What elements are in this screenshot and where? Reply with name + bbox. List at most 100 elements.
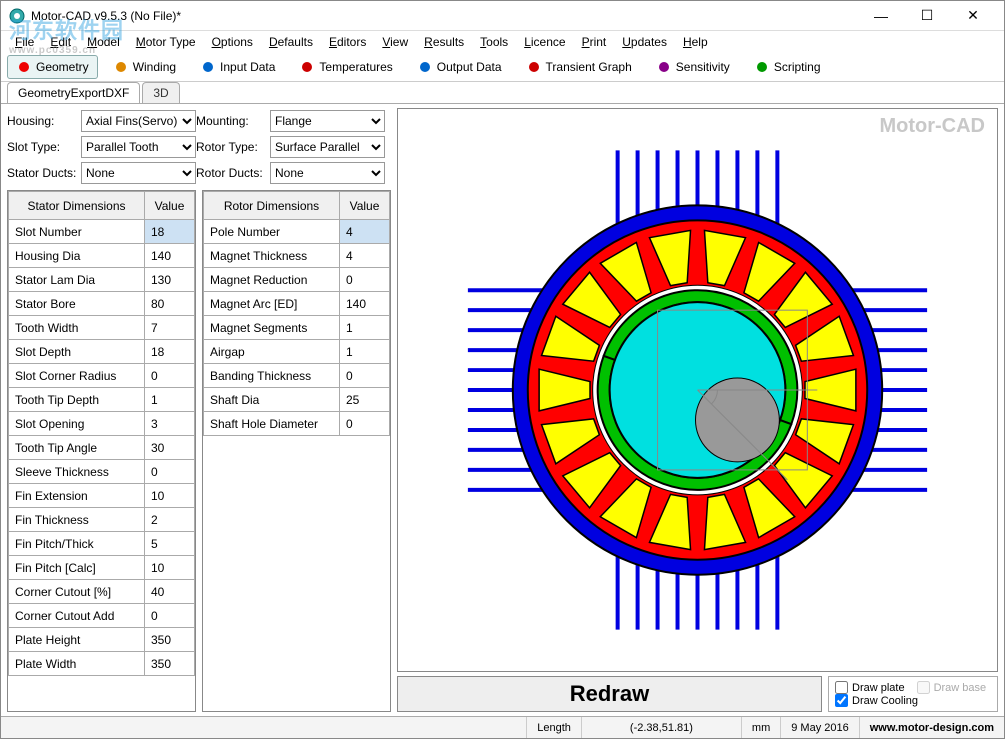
statorducts-select[interactable]: None (81, 162, 196, 184)
close-button[interactable]: ✕ (950, 1, 996, 31)
menu-view[interactable]: View (374, 35, 416, 49)
param-value[interactable]: 30 (145, 436, 195, 460)
table-row[interactable]: Stator Bore80 (9, 292, 195, 316)
table-row[interactable]: Corner Cutout [%]40 (9, 580, 195, 604)
maximize-button[interactable]: ☐ (904, 1, 950, 31)
table-row[interactable]: Slot Opening3 (9, 412, 195, 436)
table-row[interactable]: Housing Dia140 (9, 244, 195, 268)
table-row[interactable]: Shaft Dia25 (204, 388, 390, 412)
menu-file[interactable]: File (7, 35, 42, 49)
param-value[interactable]: 0 (340, 412, 390, 436)
param-value[interactable]: 80 (145, 292, 195, 316)
menu-help[interactable]: Help (675, 35, 716, 49)
param-value[interactable]: 1 (340, 316, 390, 340)
table-row[interactable]: Shaft Hole Diameter0 (204, 412, 390, 436)
param-value[interactable]: 5 (145, 532, 195, 556)
rotortype-select[interactable]: Surface Parallel (270, 136, 385, 158)
tool-sensitivity[interactable]: Sensitivity (647, 55, 739, 79)
draw-cooling-check[interactable]: Draw Cooling (835, 694, 991, 707)
brand-watermark: Motor-CAD (879, 115, 985, 138)
table-row[interactable]: Tooth Tip Depth1 (9, 388, 195, 412)
tool-winding[interactable]: Winding (104, 55, 185, 79)
subtab-3d[interactable]: 3D (142, 82, 179, 103)
param-value[interactable]: 4 (340, 244, 390, 268)
table-row[interactable]: Corner Cutout Add0 (9, 604, 195, 628)
table-row[interactable]: Magnet Reduction0 (204, 268, 390, 292)
table-row[interactable]: Sleeve Thickness0 (9, 460, 195, 484)
draw-plate-check[interactable]: Draw plate (835, 681, 905, 694)
param-value[interactable]: 140 (340, 292, 390, 316)
param-value[interactable]: 7 (145, 316, 195, 340)
mounting-select[interactable]: Flange (270, 110, 385, 132)
param-value[interactable]: 10 (145, 556, 195, 580)
param-value[interactable]: 25 (340, 388, 390, 412)
table-row[interactable]: Fin Pitch [Calc]10 (9, 556, 195, 580)
subtab-geometryexportdxf[interactable]: GeometryExportDXF (7, 82, 140, 103)
table-row[interactable]: Fin Extension10 (9, 484, 195, 508)
menu-options[interactable]: Options (204, 35, 261, 49)
rotorducts-select[interactable]: None (270, 162, 385, 184)
param-value[interactable]: 18 (145, 220, 195, 244)
menu-motor-type[interactable]: Motor Type (128, 35, 204, 49)
param-value[interactable]: 350 (145, 628, 195, 652)
param-value[interactable]: 40 (145, 580, 195, 604)
tool-input-data[interactable]: Input Data (191, 55, 284, 79)
table-row[interactable]: Magnet Thickness4 (204, 244, 390, 268)
table-row[interactable]: Fin Thickness2 (9, 508, 195, 532)
table-row[interactable]: Slot Depth18 (9, 340, 195, 364)
table-row[interactable]: Slot Number18 (9, 220, 195, 244)
rotor-head-val[interactable]: Value (340, 192, 390, 220)
menu-tools[interactable]: Tools (472, 35, 516, 49)
menu-edit[interactable]: Edit (42, 35, 79, 49)
redraw-button[interactable]: Redraw (397, 676, 822, 712)
menu-model[interactable]: Model (79, 35, 128, 49)
table-row[interactable]: Tooth Tip Angle30 (9, 436, 195, 460)
menu-print[interactable]: Print (574, 35, 615, 49)
table-row[interactable]: Airgap1 (204, 340, 390, 364)
menu-editors[interactable]: Editors (321, 35, 374, 49)
param-value[interactable]: 4 (340, 220, 390, 244)
param-value[interactable]: 0 (340, 268, 390, 292)
param-value[interactable]: 1 (145, 388, 195, 412)
table-row[interactable]: Tooth Width7 (9, 316, 195, 340)
param-value[interactable]: 0 (145, 460, 195, 484)
stator-head-val[interactable]: Value (145, 192, 195, 220)
slottype-select[interactable]: Parallel Tooth (81, 136, 196, 158)
tool-temperatures[interactable]: Temperatures (290, 55, 401, 79)
menu-updates[interactable]: Updates (614, 35, 675, 49)
menu-defaults[interactable]: Defaults (261, 35, 321, 49)
table-row[interactable]: Stator Lam Dia130 (9, 268, 195, 292)
tool-transient-graph[interactable]: Transient Graph (517, 55, 641, 79)
table-row[interactable]: Plate Height350 (9, 628, 195, 652)
menu-licence[interactable]: Licence (516, 35, 573, 49)
tool-output-data[interactable]: Output Data (408, 55, 511, 79)
param-value[interactable]: 18 (145, 340, 195, 364)
param-value[interactable]: 1 (340, 340, 390, 364)
param-value[interactable]: 350 (145, 652, 195, 676)
housing-select[interactable]: Axial Fins(Servo) (81, 110, 196, 132)
tool-geometry[interactable]: Geometry (7, 55, 98, 79)
table-row[interactable]: Pole Number4 (204, 220, 390, 244)
param-value[interactable]: 0 (145, 364, 195, 388)
param-value[interactable]: 140 (145, 244, 195, 268)
param-value[interactable]: 3 (145, 412, 195, 436)
param-value[interactable]: 0 (340, 364, 390, 388)
rotor-head-name[interactable]: Rotor Dimensions (204, 192, 340, 220)
param-value[interactable]: 10 (145, 484, 195, 508)
minimize-button[interactable]: — (858, 1, 904, 31)
menu-results[interactable]: Results (416, 35, 472, 49)
table-row[interactable]: Plate Width350 (9, 652, 195, 676)
param-name: Fin Pitch [Calc] (9, 556, 145, 580)
table-row[interactable]: Fin Pitch/Thick5 (9, 532, 195, 556)
table-row[interactable]: Magnet Arc [ED]140 (204, 292, 390, 316)
output-icon (417, 59, 433, 75)
table-row[interactable]: Slot Corner Radius0 (9, 364, 195, 388)
table-row[interactable]: Magnet Segments1 (204, 316, 390, 340)
stator-head-name[interactable]: Stator Dimensions (9, 192, 145, 220)
param-value[interactable]: 130 (145, 268, 195, 292)
param-value[interactable]: 2 (145, 508, 195, 532)
tool-scripting[interactable]: Scripting (745, 55, 830, 79)
table-row[interactable]: Banding Thickness0 (204, 364, 390, 388)
param-value[interactable]: 0 (145, 604, 195, 628)
geometry-canvas[interactable]: Motor-CAD (397, 108, 998, 672)
